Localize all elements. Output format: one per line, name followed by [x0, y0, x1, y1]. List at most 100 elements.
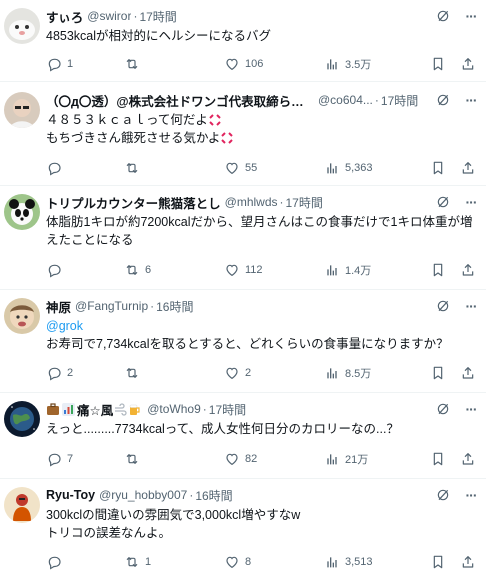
- reply-icon: [46, 262, 62, 278]
- reply-icon: [46, 451, 62, 467]
- tweet-text-line: 300kclの間違いの雰囲気で3,000kcl増やすなw: [46, 508, 301, 522]
- tweet-text-line: もちづきさん餓死させる気かよ: [46, 129, 480, 147]
- tweet-item[interactable]: （〇д〇透）@株式会社ドワンゴ代表取締られ... @co604... · 17時…: [0, 82, 486, 186]
- like-button[interactable]: 112: [224, 262, 324, 278]
- bookmark-button[interactable]: [426, 160, 450, 176]
- author-name[interactable]: Ryu-Toy: [46, 488, 95, 502]
- share-button[interactable]: [456, 451, 480, 467]
- share-button[interactable]: [456, 262, 480, 278]
- author-handle[interactable]: @co604...: [318, 93, 373, 107]
- bar-chart-icon: [324, 262, 340, 278]
- grok-icon[interactable]: [434, 193, 452, 211]
- avatar[interactable]: [4, 92, 40, 128]
- tweet-item[interactable]: トリプルカウンター熊猫落とし @mhlwds · 17時間 ··· 体脂肪1キロ…: [0, 186, 486, 290]
- share-icon: [460, 262, 476, 278]
- separator-dot: ·: [202, 402, 207, 416]
- grok-icon[interactable]: [434, 7, 452, 25]
- more-options-button[interactable]: ···: [462, 7, 480, 25]
- avatar[interactable]: [4, 194, 40, 230]
- share-button[interactable]: [456, 554, 480, 570]
- separator-dot: ·: [133, 9, 138, 23]
- avatar[interactable]: [4, 298, 40, 334]
- timestamp[interactable]: 16時間: [195, 487, 232, 504]
- separator-dot: ·: [374, 93, 379, 107]
- views-button[interactable]: 8.5万: [324, 365, 414, 381]
- bookmark-icon: [430, 262, 446, 278]
- author-handle[interactable]: @FangTurnip: [75, 299, 148, 313]
- tweet-item[interactable]: Ryu-Toy @ryu_hobby007 · 16時間 ··· 300kclの…: [0, 479, 486, 584]
- bar-chart-icon: [324, 554, 340, 570]
- views-button[interactable]: 3.5万: [324, 56, 414, 72]
- tweet-item[interactable]: 神原 @FangTurnip · 16時間 ··· @grok お寿司で7,73…: [0, 290, 486, 393]
- avatar[interactable]: [4, 8, 40, 44]
- tweet-actions: 1 106 3.5万: [46, 54, 480, 74]
- grok-icon[interactable]: [434, 400, 452, 418]
- author-name[interactable]: 神原: [46, 297, 71, 316]
- bookmark-icon: [430, 365, 446, 381]
- views-button[interactable]: 1.4万: [324, 262, 414, 278]
- reply-button[interactable]: 7: [46, 451, 124, 467]
- more-options-button[interactable]: ···: [462, 486, 480, 504]
- timestamp[interactable]: 17時間: [381, 92, 418, 109]
- author-name[interactable]: 痛☆風: [77, 400, 113, 419]
- like-button[interactable]: 82: [224, 451, 324, 467]
- bookmark-button[interactable]: [426, 554, 450, 570]
- like-button[interactable]: 106: [224, 56, 324, 72]
- like-button[interactable]: 55: [224, 160, 324, 176]
- more-options-button[interactable]: ···: [462, 400, 480, 418]
- reply-button[interactable]: [46, 262, 124, 278]
- timestamp[interactable]: 17時間: [209, 401, 246, 418]
- author-name[interactable]: すぃろ: [46, 7, 83, 26]
- retweet-button[interactable]: [124, 365, 224, 381]
- heart-icon: [224, 262, 240, 278]
- more-options-button[interactable]: ···: [462, 297, 480, 315]
- views-button[interactable]: 5,363: [324, 160, 414, 176]
- author-name[interactable]: （〇д〇透）@株式会社ドワンゴ代表取締られ...: [46, 91, 314, 110]
- view-count: 3,513: [345, 556, 373, 568]
- like-button[interactable]: 8: [224, 554, 324, 570]
- grok-icon[interactable]: [434, 297, 452, 315]
- timestamp[interactable]: 16時間: [156, 298, 193, 315]
- more-options-button[interactable]: ···: [462, 91, 480, 109]
- author-handle[interactable]: @swiror: [87, 9, 131, 23]
- retweet-icon: [124, 262, 140, 278]
- avatar[interactable]: [4, 401, 40, 437]
- reply-button[interactable]: 1: [46, 56, 124, 72]
- retweet-button[interactable]: [124, 160, 224, 176]
- tweet-text-line: トリコの誤差なんよ。: [46, 526, 172, 540]
- share-button[interactable]: [456, 56, 480, 72]
- bookmark-button[interactable]: [426, 262, 450, 278]
- reply-button[interactable]: [46, 554, 124, 570]
- retweet-icon: [124, 56, 140, 72]
- bookmark-button[interactable]: [426, 365, 450, 381]
- retweet-button[interactable]: 6: [124, 262, 224, 278]
- reply-button[interactable]: 2: [46, 365, 124, 381]
- avatar[interactable]: [4, 487, 40, 523]
- grok-icon[interactable]: [434, 486, 452, 504]
- views-button[interactable]: 21万: [324, 451, 414, 467]
- bookmark-button[interactable]: [426, 56, 450, 72]
- more-options-button[interactable]: ···: [462, 193, 480, 211]
- bookmark-button[interactable]: [426, 451, 450, 467]
- author-handle[interactable]: @ryu_hobby007: [99, 488, 187, 502]
- timestamp[interactable]: 17時間: [139, 8, 176, 25]
- author-handle[interactable]: @mhlwds: [225, 195, 278, 209]
- retweet-button[interactable]: [124, 451, 224, 467]
- author-name[interactable]: トリプルカウンター熊猫落とし: [46, 193, 221, 212]
- view-count: 1.4万: [345, 265, 372, 277]
- grok-icon[interactable]: [434, 91, 452, 109]
- tweet-item[interactable]: すぃろ @swiror · 17時間 ··· 4853kcalが相対的にヘルシー…: [0, 0, 486, 82]
- tweet-item[interactable]: 痛☆風 @toWho9 · 17時間 ··· えっと.........7734k…: [0, 393, 486, 479]
- retweet-button[interactable]: 1: [124, 554, 224, 570]
- retweet-button[interactable]: [124, 56, 224, 72]
- mention-link[interactable]: @grok: [46, 317, 480, 335]
- author-handle[interactable]: @toWho9: [147, 402, 201, 416]
- share-button[interactable]: [456, 160, 480, 176]
- like-button[interactable]: 2: [224, 365, 324, 381]
- reply-button[interactable]: [46, 160, 124, 176]
- like-count: 8: [245, 556, 252, 568]
- views-button[interactable]: 3,513: [324, 554, 414, 570]
- timestamp[interactable]: 17時間: [286, 194, 323, 211]
- separator-dot: ·: [150, 299, 155, 313]
- share-button[interactable]: [456, 365, 480, 381]
